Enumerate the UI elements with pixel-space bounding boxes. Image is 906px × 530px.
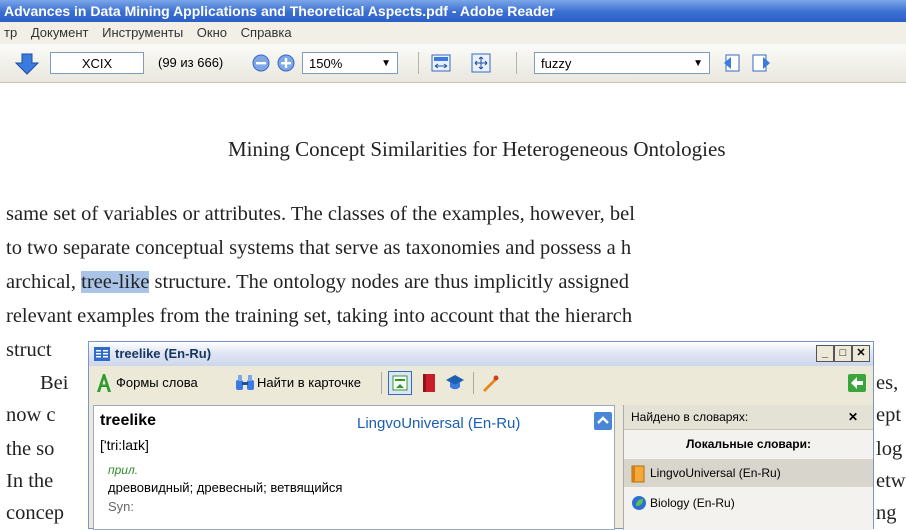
find-next-icon[interactable] bbox=[750, 53, 772, 73]
text-fragment: log bbox=[876, 438, 903, 460]
fit-width-icon[interactable] bbox=[430, 53, 452, 73]
text-line: struct bbox=[6, 339, 52, 361]
find-in-card-button[interactable]: Найти в карточке bbox=[257, 375, 361, 390]
page-number-field[interactable]: XCIX bbox=[50, 52, 144, 74]
lingvo-toolbar: Формы слова Найти в карточке bbox=[89, 366, 873, 400]
dict-item-selected[interactable]: LingvoUniversal (En-Ru) bbox=[624, 459, 873, 487]
text-fragment: etw bbox=[876, 470, 906, 492]
app-title-bar: Advances in Data Mining Applications and… bbox=[0, 0, 906, 22]
local-dicts-header: Локальные словари: bbox=[686, 437, 811, 451]
back-arrow-icon[interactable] bbox=[847, 373, 867, 393]
text-fragment: structure. The ontology nodes are thus i… bbox=[154, 271, 629, 293]
text-fragment: es, bbox=[876, 372, 899, 394]
text-line: the so bbox=[6, 438, 55, 460]
dict-item[interactable]: Biology (En-Ru) bbox=[624, 489, 873, 517]
dict-item-label: LingvoUniversal (En-Ru) bbox=[650, 466, 781, 480]
chevron-down-icon: ▼ bbox=[693, 58, 703, 69]
maximize-button[interactable]: □ bbox=[834, 345, 852, 362]
menu-item-help[interactable]: Справка bbox=[241, 25, 292, 40]
lingvo-window: treelike (En-Ru) _ □ ✕ Формы слова Найти… bbox=[88, 341, 874, 530]
menu-item-window[interactable]: Окно bbox=[197, 25, 227, 40]
close-icon[interactable]: ✕ bbox=[848, 405, 858, 429]
biology-icon bbox=[632, 496, 646, 510]
menu-item-view[interactable]: тр bbox=[4, 25, 17, 40]
zoom-out-icon[interactable] bbox=[252, 54, 270, 72]
lingvo-title: treelike (En-Ru) bbox=[115, 346, 212, 361]
text-line: concep bbox=[6, 502, 65, 524]
chevron-down-icon: ▼ bbox=[381, 58, 391, 69]
text-line: Bei bbox=[40, 372, 69, 394]
text-line: In the bbox=[6, 470, 54, 492]
find-previous-icon[interactable] bbox=[722, 53, 744, 73]
zoom-in-icon[interactable] bbox=[277, 54, 295, 72]
found-header: Найдено в словарях: ✕ bbox=[624, 405, 873, 430]
text-fragment: ept bbox=[876, 404, 902, 426]
minimize-button[interactable]: _ bbox=[816, 345, 834, 362]
found-header-label: Найдено в словарях: bbox=[631, 410, 749, 424]
page-count: (99 из 666) bbox=[158, 55, 224, 70]
collapse-button[interactable] bbox=[594, 412, 612, 430]
text-fragment: archical, bbox=[6, 271, 76, 293]
text-line: to two separate conceptual systems that … bbox=[6, 237, 632, 259]
dict-item-label: Biology (En-Ru) bbox=[650, 496, 735, 510]
part-of-speech: прил. bbox=[108, 463, 139, 477]
selected-word[interactable]: tree-like bbox=[81, 271, 150, 293]
dictionary-book-icon[interactable] bbox=[421, 373, 437, 393]
next-page-arrow-icon[interactable] bbox=[14, 52, 40, 76]
text-fragment: ng bbox=[876, 502, 897, 524]
dictionary-link[interactable]: LingvoUniversal (En-Ru) bbox=[357, 415, 520, 432]
chevron-up-icon bbox=[597, 416, 609, 424]
book-icon bbox=[631, 465, 645, 483]
card-view-toggle[interactable] bbox=[388, 371, 412, 395]
binoculars-icon bbox=[236, 375, 254, 390]
close-button[interactable]: ✕ bbox=[852, 345, 870, 362]
menu-item-document[interactable]: Документ bbox=[31, 25, 89, 40]
article-pane: treelike LingvoUniversal (En-Ru) ['tri:l… bbox=[93, 405, 615, 530]
headword: treelike bbox=[100, 412, 157, 429]
search-input[interactable]: fuzzy ▼ bbox=[534, 52, 710, 74]
text-line-highlighted: archical, tree-like structure. The ontol… bbox=[6, 271, 629, 294]
transcription: ['tri:laɪk] bbox=[100, 437, 149, 453]
zoom-select[interactable]: 150% ▼ bbox=[302, 52, 398, 74]
toolbar: XCIX (99 из 666) 150% ▼ fuzzy ▼ bbox=[0, 44, 906, 83]
card-icon bbox=[392, 375, 408, 391]
lingvo-title-bar[interactable]: treelike (En-Ru) _ □ ✕ bbox=[89, 342, 873, 366]
word-forms-icon bbox=[97, 374, 111, 392]
dictionaries-pane: Найдено в словарях: ✕ Локальные словари:… bbox=[623, 405, 873, 530]
text-line: now c bbox=[6, 404, 56, 426]
synonyms-label: Syn: bbox=[108, 499, 135, 514]
search-value: fuzzy bbox=[541, 56, 572, 71]
menu-item-tools[interactable]: Инструменты bbox=[102, 25, 183, 40]
zoom-value: 150% bbox=[309, 56, 343, 71]
page-heading: Mining Concept Similarities for Heteroge… bbox=[228, 137, 726, 161]
text-line: same set of variables or attributes. The… bbox=[6, 203, 635, 225]
book-icon bbox=[94, 347, 110, 361]
word-forms-button[interactable]: Формы слова bbox=[116, 375, 198, 390]
window-title: Advances in Data Mining Applications and… bbox=[4, 3, 555, 19]
pronounce-icon[interactable] bbox=[481, 374, 499, 392]
text-line: relevant examples from the training set,… bbox=[6, 305, 633, 327]
translation: древовидный; древесный; ветвящийся bbox=[108, 480, 343, 495]
fit-page-icon[interactable] bbox=[470, 53, 492, 73]
menu-bar: тр Документ Инструменты Окно Справка bbox=[0, 22, 906, 44]
graduation-cap-icon[interactable] bbox=[445, 374, 465, 392]
